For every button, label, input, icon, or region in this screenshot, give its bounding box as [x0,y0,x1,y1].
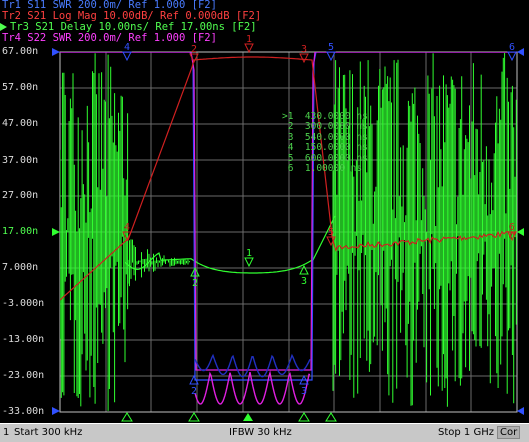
svg-text:4: 4 [124,222,130,233]
ifbw-setting[interactable]: IFBW 30 kHz [229,427,292,438]
plot-area[interactable]: 4 2 1 3 5 6 4 2 1 3 5 6 2 3 [0,0,529,423]
svg-text:3: 3 [301,276,307,287]
svg-text:2: 2 [192,278,198,289]
ref-arrow-s11-icon [52,48,60,56]
ref-arrow-bottom-icon [52,407,60,415]
start-frequency[interactable]: Start 300 kHz [14,427,82,438]
marker-4-s11: 4 [122,42,132,62]
s22-passband-ripple [194,370,311,405]
marker-table-row: 6 1.00000 ns [282,163,363,175]
svg-text:5: 5 [328,42,334,53]
vna-screen: Tr1 S11 SWR 200.0m/ Ref 1.000 [F2] Tr2 S… [0,0,529,442]
bottom-marker-1 [188,412,200,422]
svg-text:5: 5 [328,227,334,238]
ref-arrow-right-delay-icon [517,228,524,236]
marker-6-s11: 6 [507,42,517,62]
bottom-marker-active [243,413,253,421]
ref-arrow-right-bottom-icon [517,407,524,415]
bottom-marker-3 [325,412,337,422]
marker-1-delay: 1 [244,248,254,268]
svg-text:1: 1 [246,34,252,45]
svg-text:1: 1 [246,248,252,259]
stop-frequency[interactable]: Stop 1 GHz [438,427,494,438]
marker-3-delay: 3 [299,264,309,287]
ref-arrow-right-s11-icon [517,48,524,56]
svg-text:6: 6 [509,222,515,233]
ref-arrow-delay-icon [52,228,60,236]
s11-passband-ripple [194,353,311,378]
channel-number[interactable]: 1 [3,427,9,438]
svg-text:6: 6 [509,42,515,53]
marker-3-s11-low: 3 [299,374,309,397]
marker-1-s21: 1 [244,34,254,54]
marker-table: >1 430.0000 ns 2 300.0000 ns 3 540.0000 … [282,111,368,175]
svg-text:2: 2 [191,44,197,55]
svg-text:4: 4 [124,42,130,53]
svg-text:2: 2 [191,386,197,397]
status-bar: 1 Start 300 kHz IFBW 30 kHz Stop 1 GHz C… [0,423,529,442]
svg-text:3: 3 [301,44,307,55]
bottom-marker-2 [298,412,310,422]
bottom-marker-0 [121,412,133,422]
svg-text:3: 3 [301,386,307,397]
delay-trace [124,215,336,274]
correction-indicator[interactable]: Cor [497,426,521,439]
